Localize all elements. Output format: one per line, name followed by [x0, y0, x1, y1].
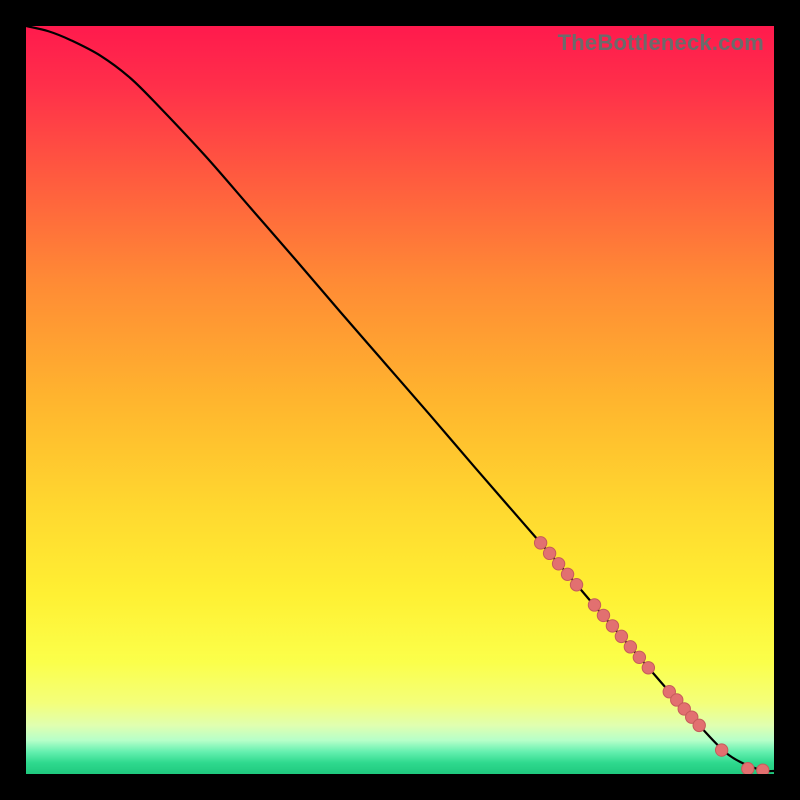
chart-marker	[633, 651, 645, 663]
chart-marker	[715, 744, 727, 756]
chart-frame: TheBottleneck.com	[0, 0, 800, 800]
chart-marker	[757, 764, 769, 774]
chart-marker	[570, 579, 582, 591]
chart-marker	[606, 620, 618, 632]
chart-marker	[642, 662, 654, 674]
chart-marker	[561, 568, 573, 580]
chart-marker	[615, 630, 627, 642]
chart-marker	[588, 599, 600, 611]
chart-marker	[742, 763, 754, 774]
chart-marker	[624, 641, 636, 653]
chart-marker	[693, 719, 705, 731]
chart-overlay	[26, 26, 774, 774]
chart-marker	[597, 609, 609, 621]
chart-marker	[543, 547, 555, 559]
chart-curve	[26, 26, 774, 771]
plot-area: TheBottleneck.com	[26, 26, 774, 774]
watermark-text: TheBottleneck.com	[558, 30, 764, 56]
chart-marker	[534, 537, 546, 549]
chart-markers	[534, 537, 769, 774]
chart-marker	[552, 558, 564, 570]
